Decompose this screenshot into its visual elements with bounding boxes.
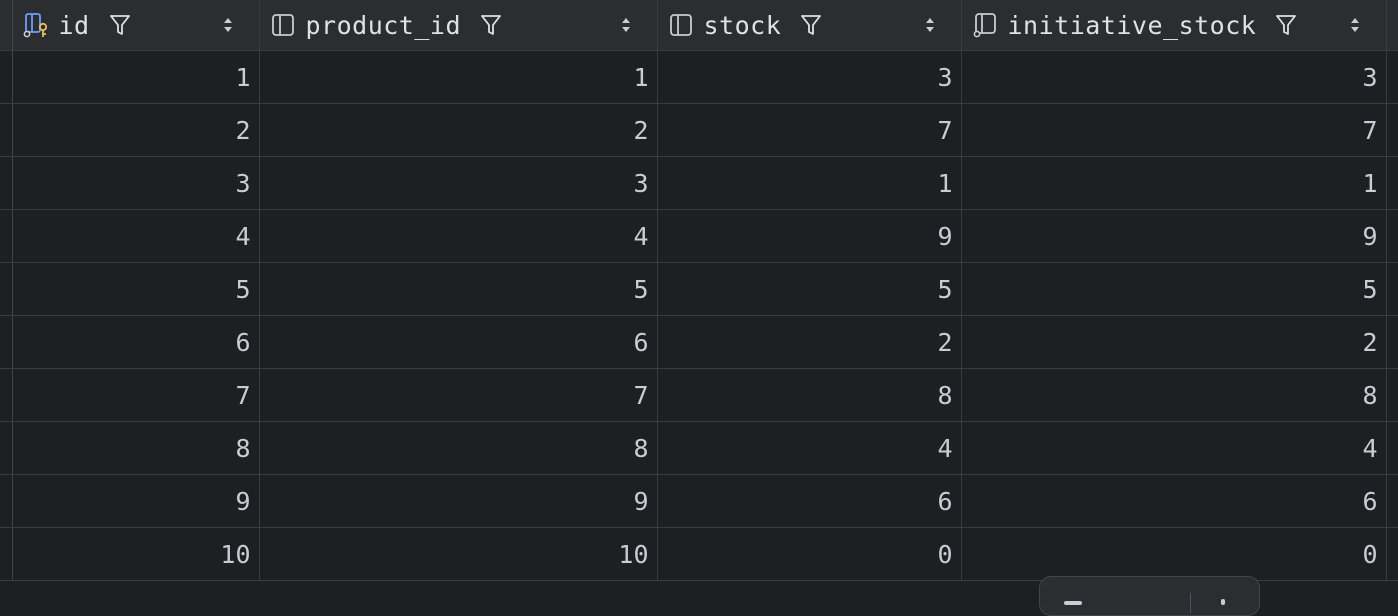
- column-header-id[interactable]: id: [12, 0, 260, 51]
- cell-id[interactable]: 1: [12, 50, 260, 104]
- column-name: product_id: [305, 10, 462, 40]
- filter-icon[interactable]: [108, 13, 132, 37]
- cell-id[interactable]: 8: [12, 421, 260, 475]
- row-gutter: [0, 209, 13, 263]
- row-gutter: [0, 527, 13, 581]
- cell-id[interactable]: 7: [12, 368, 260, 422]
- cell-product-id[interactable]: 5: [259, 262, 658, 316]
- cell-id[interactable]: 5: [12, 262, 260, 316]
- cell-stock[interactable]: 3: [657, 50, 962, 104]
- column-name: id: [58, 10, 90, 40]
- row-edge: [1386, 474, 1398, 528]
- row-gutter: [0, 421, 13, 475]
- column-header-product-id[interactable]: product_id: [259, 0, 658, 51]
- table-row[interactable]: 7 7 8 8: [0, 368, 1398, 422]
- table-row[interactable]: 4 4 9 9: [0, 209, 1398, 263]
- table-row[interactable]: 10 10 0 0: [0, 527, 1398, 581]
- cell-initiative-stock[interactable]: 4: [961, 421, 1387, 475]
- column-name: initiative_stock: [1007, 10, 1257, 40]
- row-gutter: [0, 315, 13, 369]
- row-gutter: [0, 50, 13, 104]
- cell-product-id[interactable]: 10: [259, 527, 658, 581]
- column-header-stock[interactable]: stock: [657, 0, 962, 51]
- cell-initiative-stock[interactable]: 5: [961, 262, 1387, 316]
- cell-id[interactable]: 10: [12, 527, 260, 581]
- header-row: id product_id stock initiative_stock: [0, 0, 1398, 51]
- filter-icon[interactable]: [1274, 13, 1298, 37]
- cell-product-id[interactable]: 9: [259, 474, 658, 528]
- sort-icon[interactable]: [619, 15, 633, 35]
- filter-icon[interactable]: [479, 13, 503, 37]
- sort-icon[interactable]: [1348, 15, 1362, 35]
- row-edge: [1386, 262, 1398, 316]
- row-gutter: [0, 474, 13, 528]
- cell-initiative-stock[interactable]: 2: [961, 315, 1387, 369]
- cell-initiative-stock[interactable]: 3: [961, 50, 1387, 104]
- index-column-icon: [973, 13, 996, 38]
- table-row[interactable]: 3 3 1 1: [0, 156, 1398, 210]
- table-row[interactable]: 6 6 2 2: [0, 315, 1398, 369]
- cell-id[interactable]: 2: [12, 103, 260, 157]
- primary-key-column-icon: [23, 13, 47, 38]
- row-edge: [1386, 421, 1398, 475]
- row-edge: [1386, 209, 1398, 263]
- cell-stock[interactable]: 8: [657, 368, 962, 422]
- cell-product-id[interactable]: 8: [259, 421, 658, 475]
- cell-stock[interactable]: 4: [657, 421, 962, 475]
- cell-product-id[interactable]: 1: [259, 50, 658, 104]
- row-number-gutter-header: [0, 0, 13, 51]
- cell-product-id[interactable]: 2: [259, 103, 658, 157]
- row-edge: [1386, 368, 1398, 422]
- cell-id[interactable]: 9: [12, 474, 260, 528]
- row-gutter: [0, 156, 13, 210]
- row-edge: [1386, 156, 1398, 210]
- table-row[interactable]: 5 5 5 5: [0, 262, 1398, 316]
- result-grid: id product_id stock initiative_stock 1 1…: [0, 0, 1398, 581]
- scrollbar-gutter-header: [1386, 0, 1398, 51]
- cell-stock[interactable]: 5: [657, 262, 962, 316]
- column-header-initiative-stock[interactable]: initiative_stock: [961, 0, 1387, 51]
- cell-id[interactable]: 4: [12, 209, 260, 263]
- cell-initiative-stock[interactable]: 8: [961, 368, 1387, 422]
- row-edge: [1386, 315, 1398, 369]
- cell-stock[interactable]: 0: [657, 527, 962, 581]
- sort-icon[interactable]: [923, 15, 937, 35]
- column-name: stock: [703, 10, 782, 40]
- cell-stock[interactable]: 2: [657, 315, 962, 369]
- filter-icon[interactable]: [799, 13, 823, 37]
- cell-product-id[interactable]: 3: [259, 156, 658, 210]
- cell-stock[interactable]: 7: [657, 103, 962, 157]
- cell-id[interactable]: 6: [12, 315, 260, 369]
- cell-product-id[interactable]: 6: [259, 315, 658, 369]
- cell-id[interactable]: 3: [12, 156, 260, 210]
- cell-stock[interactable]: 9: [657, 209, 962, 263]
- sort-icon[interactable]: [221, 15, 235, 35]
- cell-initiative-stock[interactable]: 7: [961, 103, 1387, 157]
- row-edge: [1386, 103, 1398, 157]
- cell-initiative-stock[interactable]: 6: [961, 474, 1387, 528]
- cell-product-id[interactable]: 7: [259, 368, 658, 422]
- table-row[interactable]: 1 1 3 3: [0, 50, 1398, 104]
- table-row[interactable]: 8 8 4 4: [0, 421, 1398, 475]
- cell-stock[interactable]: 6: [657, 474, 962, 528]
- cell-initiative-stock[interactable]: 1: [961, 156, 1387, 210]
- table-row[interactable]: 2 2 7 7: [0, 103, 1398, 157]
- column-icon: [669, 14, 692, 36]
- cell-initiative-stock[interactable]: 9: [961, 209, 1387, 263]
- toolbar-divider: [1190, 593, 1191, 613]
- row-gutter: [0, 103, 13, 157]
- row-gutter: [0, 262, 13, 316]
- row-edge: [1386, 50, 1398, 104]
- floating-toolbar[interactable]: [1039, 576, 1260, 616]
- toolbar-glyph: [1064, 601, 1082, 605]
- column-icon: [271, 14, 294, 36]
- cell-product-id[interactable]: 4: [259, 209, 658, 263]
- row-edge: [1386, 527, 1398, 581]
- row-gutter: [0, 368, 13, 422]
- cell-stock[interactable]: 1: [657, 156, 962, 210]
- more-options-icon[interactable]: [1221, 599, 1225, 605]
- table-row[interactable]: 9 9 6 6: [0, 474, 1398, 528]
- cell-initiative-stock[interactable]: 0: [961, 527, 1387, 581]
